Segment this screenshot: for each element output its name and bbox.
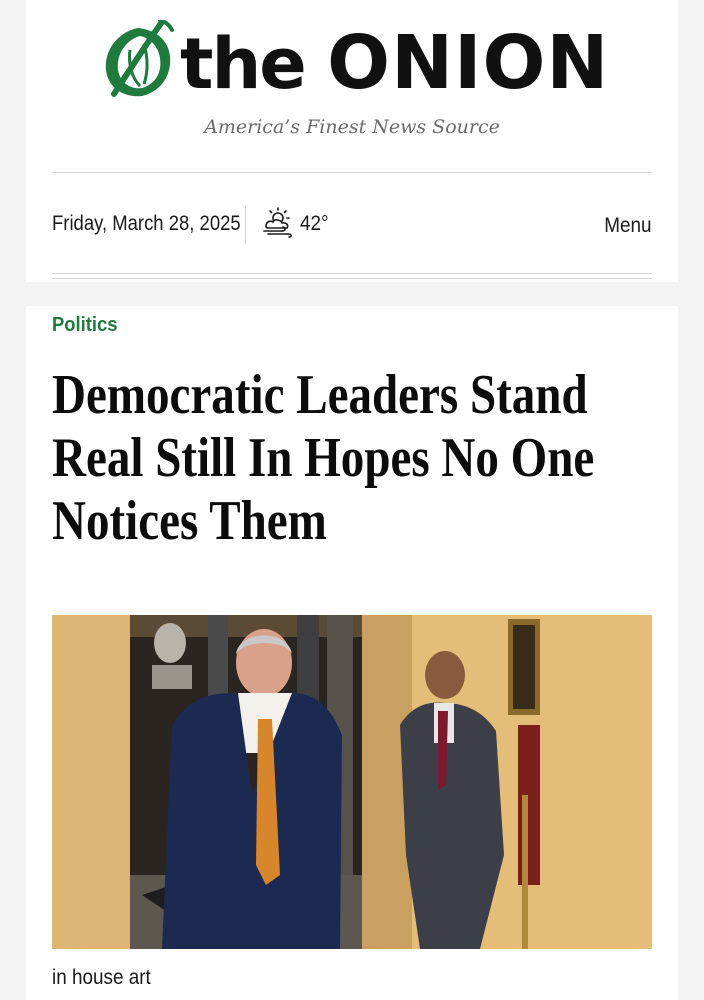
logo-main: ONION bbox=[327, 20, 610, 106]
divider bbox=[245, 206, 246, 244]
menu-button[interactable]: Menu bbox=[605, 214, 652, 238]
article: Politics Democratic Leaders Stand Real S… bbox=[26, 306, 678, 1000]
article-image bbox=[52, 615, 652, 949]
partly-cloudy-wind-icon bbox=[263, 207, 292, 238]
onion-logo-icon bbox=[105, 20, 174, 97]
temperature: 42° bbox=[300, 212, 329, 235]
divider bbox=[52, 273, 652, 279]
current-date: Friday, March 28, 2025 bbox=[52, 212, 241, 235]
logo-wordmark: the ONION bbox=[180, 22, 609, 105]
divider bbox=[52, 172, 652, 173]
image-caption: in house art bbox=[52, 966, 151, 989]
article-headline: Democratic Leaders Stand Real Still In H… bbox=[52, 364, 595, 552]
masthead: the ONION America’s Finest News Source F… bbox=[26, 0, 678, 282]
category-link[interactable]: Politics bbox=[52, 314, 117, 337]
tagline: America’s Finest News Source bbox=[204, 116, 500, 138]
logo-prefix: the bbox=[180, 23, 307, 105]
the-onion-logo[interactable]: the ONION bbox=[100, 20, 608, 105]
